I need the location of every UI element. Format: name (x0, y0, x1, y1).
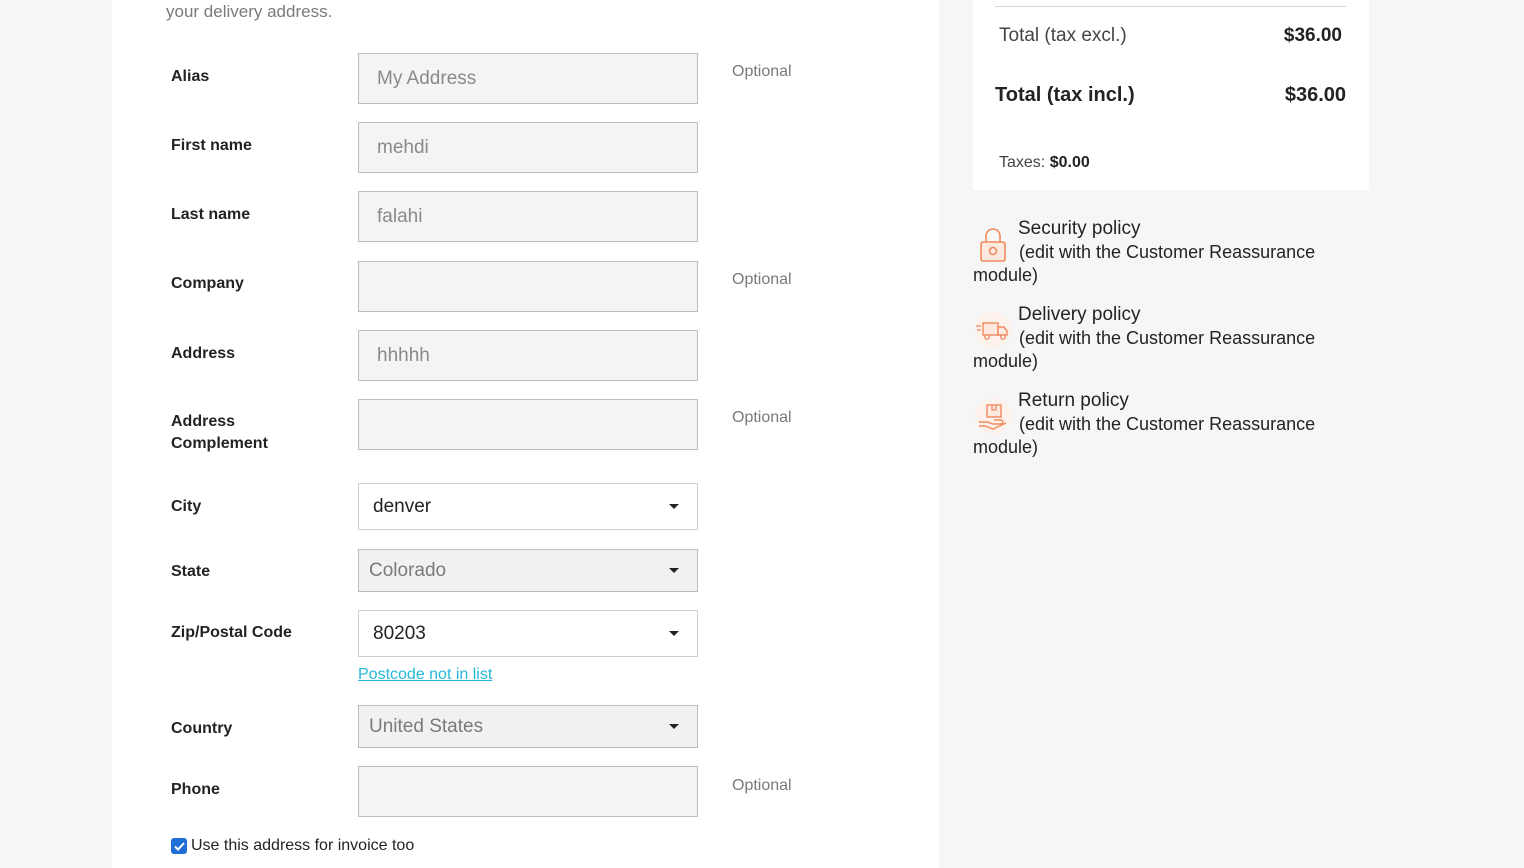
firstname-input[interactable]: mehdi (358, 122, 698, 173)
alias-label: Alias (171, 68, 210, 85)
company-input[interactable] (358, 261, 698, 312)
total-incl-value: $36.00 (1284, 84, 1346, 106)
taxes-row: Taxes: $0.00 (999, 154, 1090, 172)
city-select-value: denver (373, 495, 432, 517)
address-complement-input[interactable] (358, 399, 698, 450)
chevron-down-icon (669, 567, 679, 573)
address-complement-optional-note: Optional (732, 409, 792, 426)
return-policy-title: Return policy (1018, 390, 1129, 411)
address-input[interactable]: hhhhh (358, 330, 698, 381)
security-policy-desc: (edit with the Customer Reassurance modu… (973, 242, 1316, 285)
chevron-down-icon (669, 630, 679, 636)
chevron-down-icon (669, 723, 679, 729)
taxes-value: $0.00 (1049, 154, 1090, 171)
address-label: Address (171, 345, 236, 362)
security-policy-title: Security policy (1018, 218, 1141, 239)
alias-optional-note: Optional (732, 63, 792, 80)
phone-input[interactable] (358, 766, 698, 817)
chevron-down-icon (669, 503, 679, 509)
summary-divider (995, 6, 1346, 7)
return-policy-desc: (edit with the Customer Reassurance modu… (973, 414, 1316, 457)
total-incl-label: Total (tax incl.) (995, 84, 1135, 106)
city-select[interactable]: denver (358, 483, 698, 530)
phone-optional-note: Optional (732, 777, 792, 794)
invoice-address-checkbox-label: Use this address for invoice too (191, 837, 415, 854)
firstname-label: First name (171, 137, 252, 154)
zip-select-value: 80203 (373, 622, 426, 644)
taxes-label: Taxes: (999, 154, 1046, 171)
alias-input[interactable]: My Address (358, 53, 698, 104)
checkmark-icon (173, 841, 185, 851)
country-select-value: United States (369, 715, 484, 737)
city-label: City (171, 498, 202, 515)
country-select[interactable]: United States (358, 705, 698, 748)
address-complement-label: Address Complement (171, 413, 268, 452)
lastname-label: Last name (171, 206, 251, 223)
postcode-not-in-list-link[interactable]: Postcode not in list (358, 666, 492, 684)
total-excl-label: Total (tax excl.) (999, 25, 1127, 46)
state-label: State (171, 563, 211, 580)
zip-label: Zip/Postal Code (171, 624, 292, 641)
state-select[interactable]: Colorado (358, 549, 698, 592)
lastname-input[interactable]: falahi (358, 191, 698, 242)
total-excl-value: $36.00 (1283, 25, 1342, 46)
zip-select[interactable]: 80203 (358, 610, 698, 657)
company-label: Company (171, 275, 244, 292)
delivery-policy-desc: (edit with the Customer Reassurance modu… (973, 328, 1316, 371)
phone-label: Phone (171, 781, 220, 798)
country-label: Country (171, 720, 233, 737)
delivery-policy-title: Delivery policy (1018, 304, 1141, 325)
intro-text: your delivery address. (166, 2, 333, 21)
invoice-address-checkbox-row[interactable]: Use this address for invoice too (171, 837, 414, 855)
invoice-address-checkbox[interactable] (171, 838, 187, 854)
state-select-value: Colorado (369, 559, 447, 581)
company-optional-note: Optional (732, 271, 792, 288)
